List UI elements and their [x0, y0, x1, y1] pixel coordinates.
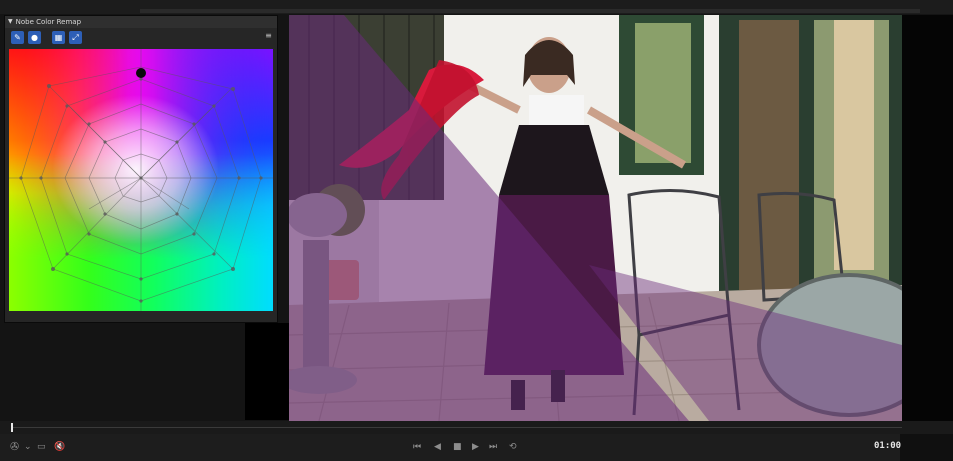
dropdown-arrow-icon[interactable]: ⌄ [24, 441, 32, 453]
skip-to-start-icon[interactable]: ⏮ [413, 441, 421, 453]
scrubber-track[interactable] [12, 427, 902, 428]
panel-menu-icon[interactable]: ≡ [264, 31, 273, 41]
corner-box [900, 434, 953, 461]
dot-icon[interactable]: ● [28, 31, 41, 44]
remap-mesh[interactable] [9, 49, 273, 311]
loop-icon[interactable]: ⟲ [509, 441, 517, 453]
play-icon[interactable]: ▶ [472, 441, 479, 453]
timecode-display: 01:00 [874, 441, 902, 451]
video-viewer[interactable] [289, 15, 902, 421]
mute-icon[interactable]: 🔇 [54, 441, 65, 453]
color-wheel-icon[interactable]: ✇ [10, 441, 19, 453]
layers-icon[interactable]: ▭ [37, 441, 46, 453]
panel-title: Nobe Color Remap [15, 18, 82, 26]
viewer-letterbox [245, 323, 289, 420]
expand-icon[interactable]: ⤢ [69, 31, 82, 44]
transport-bar: ✇ ⌄ ▭ 🔇 ⏮ ◀ ■ ▶ ⏭ ⟲ [0, 434, 900, 461]
collapse-triangle-icon[interactable]: ▼ [8, 16, 13, 28]
color-remap-grid[interactable] [9, 49, 273, 311]
active-control-point[interactable] [136, 68, 146, 78]
stop-icon[interactable]: ■ [453, 441, 462, 453]
eyedropper-icon[interactable]: ✎ [11, 31, 24, 44]
panel-title-bar[interactable]: ▼ Nobe Color Remap [5, 16, 277, 28]
timeline-scrubber[interactable] [0, 421, 953, 434]
video-frame-image [289, 15, 902, 421]
top-strip [140, 9, 920, 13]
skip-to-end-icon[interactable]: ⏭ [489, 441, 497, 453]
playhead[interactable] [11, 423, 13, 432]
panel-toolbar: ✎ ● ▦ ⤢ ≡ [9, 31, 275, 45]
top-bar [0, 0, 953, 14]
color-remap-panel: ▼ Nobe Color Remap ✎ ● ▦ ⤢ ≡ [4, 15, 278, 323]
viewer-right-margin [902, 15, 953, 421]
step-back-icon[interactable]: ◀ [434, 441, 441, 453]
grid-icon[interactable]: ▦ [52, 31, 65, 44]
